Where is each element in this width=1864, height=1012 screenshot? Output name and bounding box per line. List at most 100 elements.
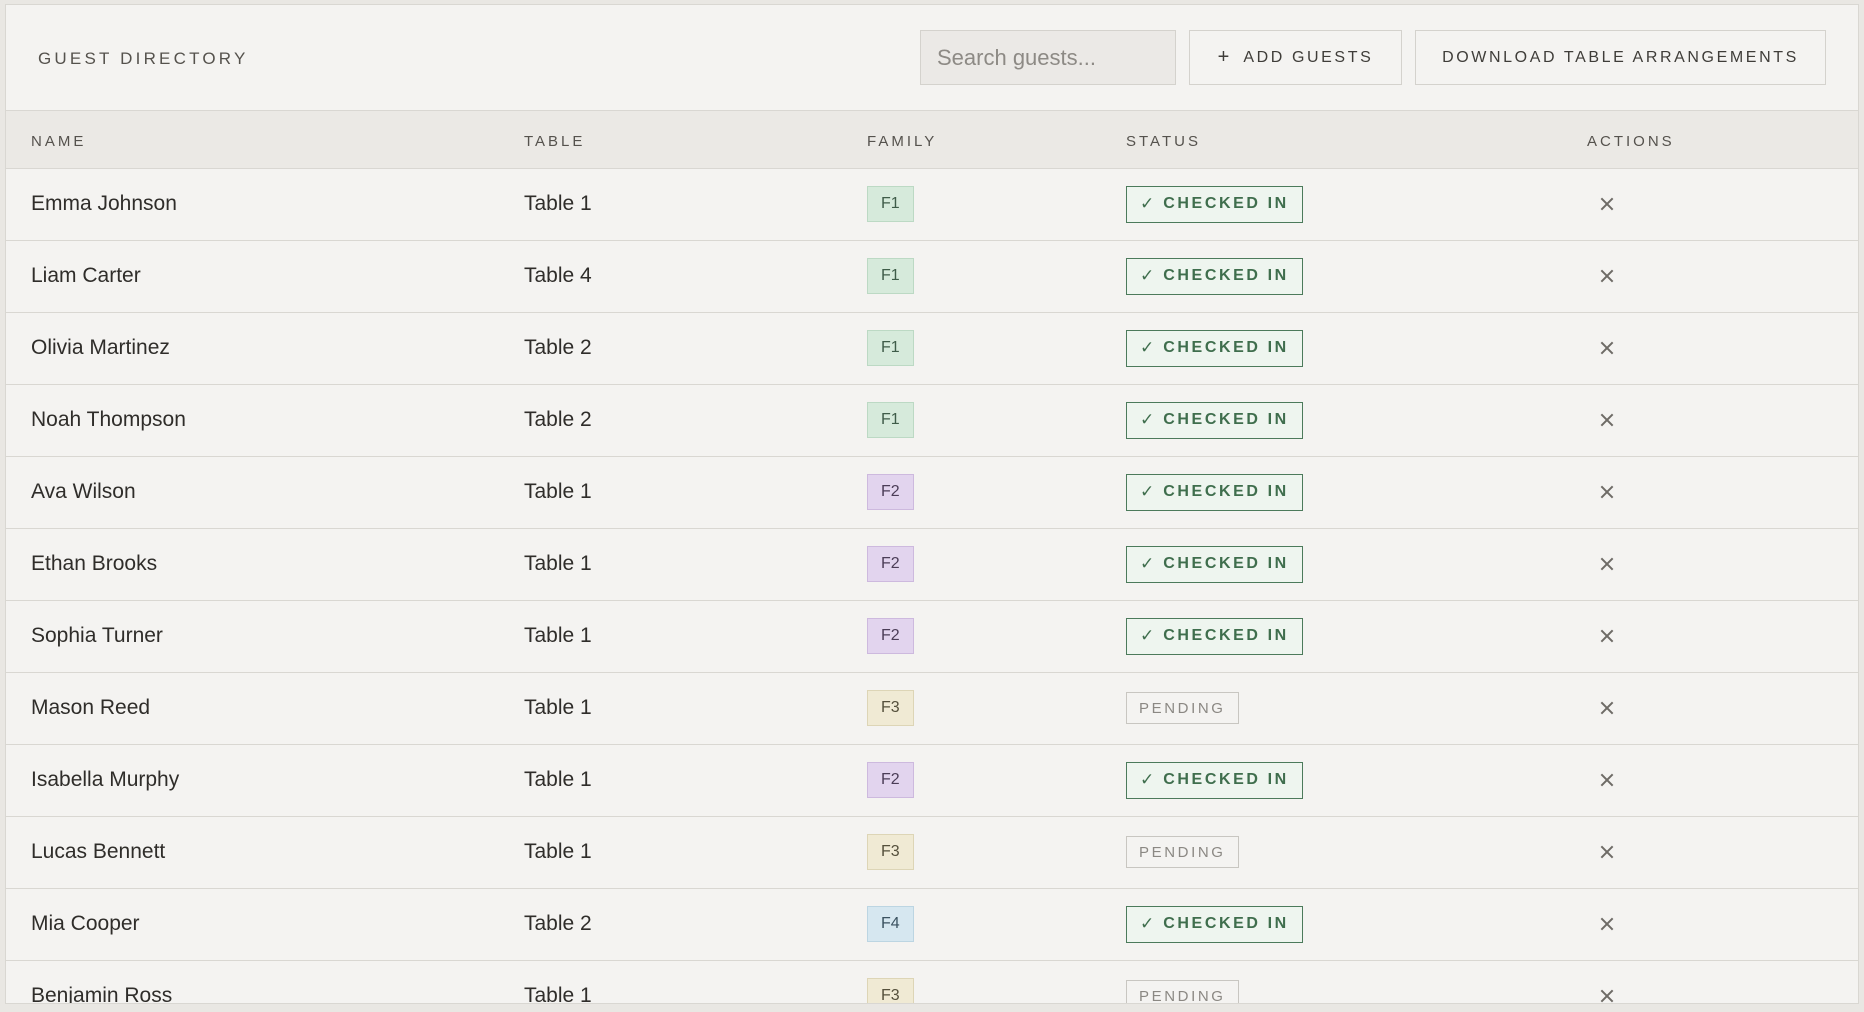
table-row[interactable]: Isabella Murphy Table 1 F2 ✓ CHECKED IN <box>6 745 1858 817</box>
check-icon: ✓ <box>1140 626 1155 645</box>
column-header-family[interactable]: FAMILY <box>867 133 937 150</box>
table-row[interactable]: Mason Reed Table 1 F3 PENDING <box>6 673 1858 745</box>
column-header-status[interactable]: STATUS <box>1126 133 1201 150</box>
remove-guest-close-icon[interactable] <box>1596 625 1618 647</box>
status-label: CHECKED IN <box>1163 411 1289 428</box>
status-badge-checked-in: ✓ CHECKED IN <box>1126 545 1303 583</box>
search-input[interactable] <box>920 30 1176 85</box>
status-cell: ✓ CHECKED IN <box>1126 889 1303 959</box>
status-cell: ✓ CHECKED IN <box>1126 169 1303 239</box>
table-row[interactable]: Sophia Turner Table 1 F2 ✓ CHECKED IN <box>6 601 1858 673</box>
check-icon: ✓ <box>1140 338 1155 357</box>
download-table-arrangements-button[interactable]: DOWNLOAD TABLE ARRANGEMENTS <box>1415 30 1826 85</box>
family-cell: F2 <box>867 529 914 599</box>
column-header-actions: ACTIONS <box>1587 133 1675 150</box>
table-row[interactable]: Benjamin Ross Table 1 F3 PENDING <box>6 961 1858 1004</box>
family-badge: F1 <box>867 330 914 366</box>
status-label: CHECKED IN <box>1163 627 1289 644</box>
actions-cell <box>1591 817 1623 887</box>
status-cell: ✓ CHECKED IN <box>1126 457 1303 527</box>
table-row[interactable]: Mia Cooper Table 2 F4 ✓ CHECKED IN <box>6 889 1858 961</box>
family-cell: F1 <box>867 169 914 239</box>
remove-guest-close-icon[interactable] <box>1596 337 1618 359</box>
guest-name: Benjamin Ross <box>31 984 173 1004</box>
plus-icon: + <box>1217 46 1230 68</box>
status-cell: PENDING <box>1126 817 1239 887</box>
remove-guest-close-icon[interactable] <box>1596 985 1618 1003</box>
status-badge-checked-in: ✓ CHECKED IN <box>1126 473 1303 511</box>
check-icon: ✓ <box>1140 266 1155 285</box>
status-cell: PENDING <box>1126 673 1239 743</box>
table-row[interactable]: Ava Wilson Table 1 F2 ✓ CHECKED IN <box>6 457 1858 529</box>
status-cell: ✓ CHECKED IN <box>1126 385 1303 455</box>
table-row[interactable]: Liam Carter Table 4 F1 ✓ CHECKED IN <box>6 241 1858 313</box>
guest-table: Table 1 <box>524 552 592 575</box>
status-label: CHECKED IN <box>1163 915 1289 932</box>
guest-name: Mia Cooper <box>31 912 140 935</box>
status-badge-checked-in: ✓ CHECKED IN <box>1126 257 1303 295</box>
status-label: PENDING <box>1139 987 1226 1004</box>
remove-guest-close-icon[interactable] <box>1596 841 1618 863</box>
remove-guest-close-icon[interactable] <box>1596 769 1618 791</box>
add-guests-button[interactable]: + ADD GUESTS <box>1189 30 1402 85</box>
family-cell: F2 <box>867 457 914 527</box>
actions-cell <box>1591 313 1623 383</box>
remove-guest-close-icon[interactable] <box>1596 913 1618 935</box>
guest-table: Table 4 <box>524 264 592 287</box>
table-row[interactable]: Lucas Bennett Table 1 F3 PENDING <box>6 817 1858 889</box>
page-title: GUEST DIRECTORY <box>38 49 249 68</box>
table-row[interactable]: Noah Thompson Table 2 F1 ✓ CHECKED IN <box>6 385 1858 457</box>
status-label: CHECKED IN <box>1163 267 1289 284</box>
status-cell: ✓ CHECKED IN <box>1126 313 1303 383</box>
download-label: DOWNLOAD TABLE ARRANGEMENTS <box>1442 48 1799 66</box>
guest-table: Table 2 <box>524 408 592 431</box>
family-badge: F3 <box>867 690 914 726</box>
guest-name: Ava Wilson <box>31 480 136 503</box>
guest-table: Table 1 <box>524 696 592 719</box>
status-label: CHECKED IN <box>1163 195 1289 212</box>
remove-guest-close-icon[interactable] <box>1596 265 1618 287</box>
actions-cell <box>1591 961 1623 1003</box>
remove-guest-close-icon[interactable] <box>1596 193 1618 215</box>
table-row[interactable]: Emma Johnson Table 1 F1 ✓ CHECKED IN <box>6 169 1858 241</box>
guest-name: Isabella Murphy <box>31 768 180 791</box>
guest-table: Table 2 <box>524 336 592 359</box>
remove-guest-close-icon[interactable] <box>1596 697 1618 719</box>
guest-name: Olivia Martinez <box>31 336 170 359</box>
family-badge: F3 <box>867 978 914 1003</box>
column-header-table[interactable]: TABLE <box>524 133 585 150</box>
guest-name: Liam Carter <box>31 264 141 287</box>
guest-table: Table 1 <box>524 624 592 647</box>
table-row[interactable]: Olivia Martinez Table 2 F1 ✓ CHECKED IN <box>6 313 1858 385</box>
guest-name: Noah Thompson <box>31 408 186 431</box>
table-row[interactable]: Ethan Brooks Table 1 F2 ✓ CHECKED IN <box>6 529 1858 601</box>
check-icon: ✓ <box>1140 482 1155 501</box>
guest-name: Sophia Turner <box>31 624 163 647</box>
table-header: NAME TABLE FAMILY STATUS ACTIONS <box>6 111 1858 169</box>
remove-guest-close-icon[interactable] <box>1596 409 1618 431</box>
status-cell: ✓ CHECKED IN <box>1126 745 1303 815</box>
family-badge: F1 <box>867 186 914 222</box>
actions-cell <box>1591 673 1623 743</box>
status-label: CHECKED IN <box>1163 771 1289 788</box>
check-icon: ✓ <box>1140 914 1155 933</box>
check-icon: ✓ <box>1140 554 1155 573</box>
status-badge-pending: PENDING <box>1126 836 1239 868</box>
guest-name: Ethan Brooks <box>31 552 158 575</box>
family-badge: F4 <box>867 906 914 942</box>
remove-guest-close-icon[interactable] <box>1596 553 1618 575</box>
guest-table: Table 1 <box>524 480 592 503</box>
family-cell: F4 <box>867 889 914 959</box>
status-cell: PENDING <box>1126 961 1239 1004</box>
status-label: CHECKED IN <box>1163 555 1289 572</box>
status-label: PENDING <box>1139 843 1226 861</box>
family-badge: F2 <box>867 474 914 510</box>
guest-table-body: Emma Johnson Table 1 F1 ✓ CHECKED IN Liam Car… <box>6 169 1858 1004</box>
column-header-name[interactable]: NAME <box>31 133 86 150</box>
guest-name: Emma Johnson <box>31 192 177 215</box>
guest-table: Table 1 <box>524 768 592 791</box>
status-badge-checked-in: ✓ CHECKED IN <box>1126 401 1303 439</box>
actions-cell <box>1591 889 1623 959</box>
remove-guest-close-icon[interactable] <box>1596 481 1618 503</box>
family-cell: F2 <box>867 601 914 671</box>
